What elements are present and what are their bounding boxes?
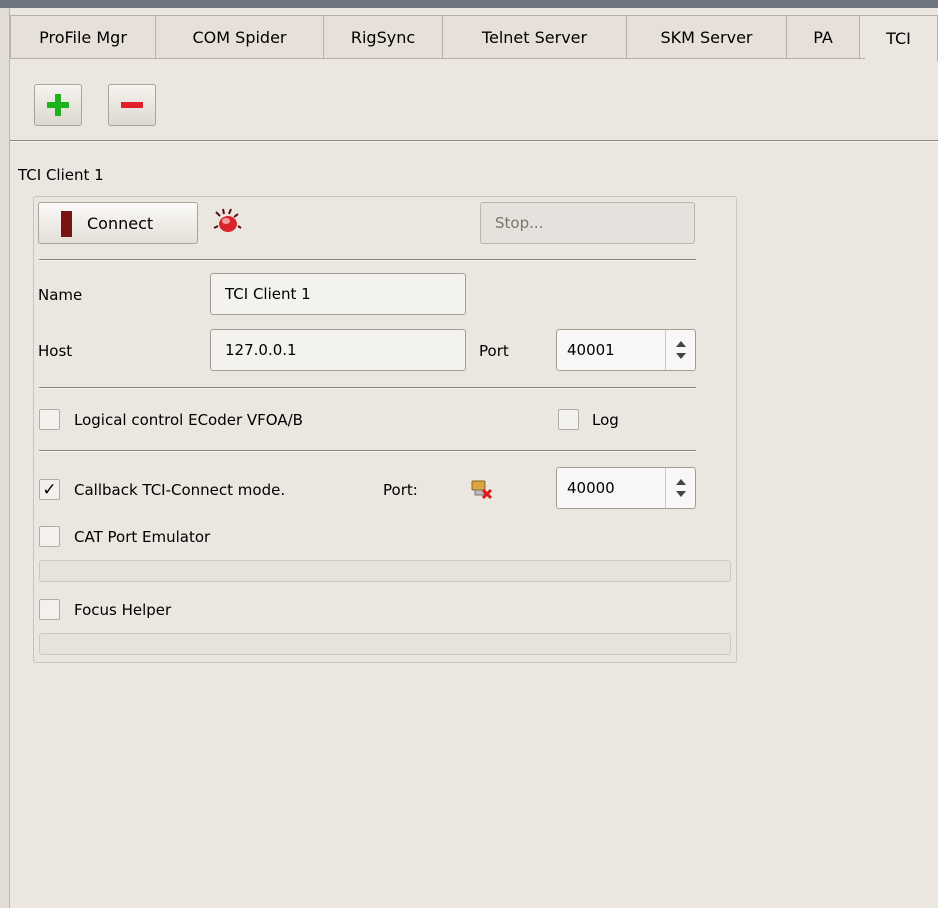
host-label: Host xyxy=(38,342,73,360)
plus-icon xyxy=(47,94,69,116)
tab-telnet-server[interactable]: Telnet Server xyxy=(443,15,627,59)
host-input[interactable]: 127.0.0.1 xyxy=(210,329,466,371)
tab-label: TCI xyxy=(886,29,911,48)
tab-rigsync[interactable]: RigSync xyxy=(324,15,443,59)
focus-helper-status-bar xyxy=(39,633,731,655)
callback-port-spinbox[interactable]: 40000 xyxy=(556,467,696,509)
remove-client-button[interactable] xyxy=(108,84,156,126)
callback-port-label: Port: xyxy=(383,481,418,499)
spin-arrows-icon xyxy=(676,479,686,497)
name-input[interactable]: TCI Client 1 xyxy=(210,273,466,315)
tab-profile-mgr[interactable]: ProFile Mgr xyxy=(10,15,156,59)
cat-emulator-checkbox[interactable] xyxy=(39,526,60,547)
connect-button[interactable]: Connect xyxy=(38,202,198,244)
name-value: TCI Client 1 xyxy=(225,285,311,303)
cat-emulator-label: CAT Port Emulator xyxy=(74,528,211,546)
tab-label: Telnet Server xyxy=(481,28,588,47)
logical-control-checkbox[interactable] xyxy=(39,409,60,430)
name-label: Name xyxy=(38,286,83,304)
port-spinbox[interactable]: 40001 xyxy=(556,329,696,371)
callback-port-spin-arrows[interactable] xyxy=(665,468,695,508)
log-label: Log xyxy=(592,411,619,429)
divider-3-highlight xyxy=(39,451,696,452)
status-text: Stop... xyxy=(495,214,544,232)
tab-label: SKM Server xyxy=(660,28,753,47)
callback-label: Callback TCI-Connect mode. xyxy=(74,481,286,499)
tab-tci[interactable]: TCI xyxy=(860,15,938,61)
divider-1-highlight xyxy=(39,260,696,261)
logical-control-label: Logical control ECoder VFOA/B xyxy=(74,411,303,429)
spin-arrows-icon xyxy=(676,341,686,359)
log-checkbox[interactable] xyxy=(558,409,579,430)
checkmark-icon: ✓ xyxy=(42,479,57,500)
add-client-button[interactable] xyxy=(34,84,82,126)
tab-label: PA xyxy=(813,28,833,47)
tab-pa[interactable]: PA xyxy=(787,15,860,59)
tab-bar: ProFile Mgr COM Spider RigSync Telnet Se… xyxy=(10,15,938,61)
cat-emulator-status-bar xyxy=(39,560,731,582)
toolbar-divider-highlight xyxy=(10,141,938,142)
client-groupbox xyxy=(33,196,737,663)
status-field: Stop... xyxy=(480,202,695,244)
callback-checkbox[interactable]: ✓ xyxy=(39,479,60,500)
callback-port-value: 40000 xyxy=(567,479,615,497)
minus-icon xyxy=(121,102,143,108)
client-group-title: TCI Client 1 xyxy=(18,166,104,184)
connect-label: Connect xyxy=(87,214,154,233)
left-edge xyxy=(0,8,10,908)
connection-indicator xyxy=(61,211,72,237)
tab-label: COM Spider xyxy=(192,28,287,47)
tab-label: ProFile Mgr xyxy=(39,28,127,47)
callback-status-icon xyxy=(471,480,493,500)
divider-2-highlight xyxy=(39,388,696,389)
tab-underline xyxy=(10,58,865,59)
host-value: 127.0.0.1 xyxy=(225,341,297,359)
port-label: Port xyxy=(479,342,509,360)
port-spin-arrows[interactable] xyxy=(665,330,695,370)
tab-skm-server[interactable]: SKM Server xyxy=(627,15,787,59)
window-top-border xyxy=(0,0,938,8)
focus-helper-checkbox[interactable] xyxy=(39,599,60,620)
port-value: 40001 xyxy=(567,341,615,359)
tab-com-spider[interactable]: COM Spider xyxy=(156,15,324,59)
bug-icon xyxy=(213,208,242,232)
tab-label: RigSync xyxy=(350,28,416,47)
focus-helper-label: Focus Helper xyxy=(74,601,172,619)
